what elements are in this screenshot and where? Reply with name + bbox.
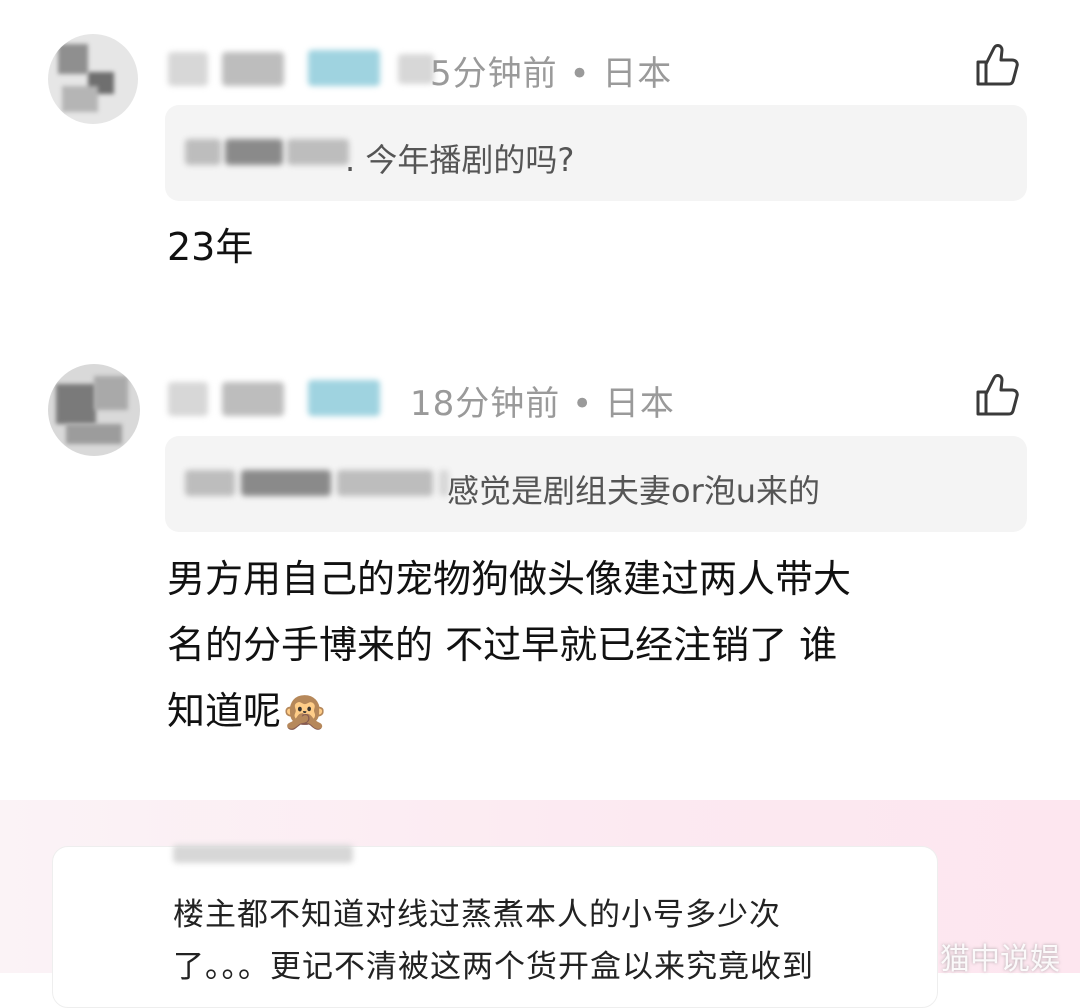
quoted-user-blurred	[287, 139, 349, 165]
comment-meta: 5分钟前 • 日本	[430, 54, 673, 94]
post-card[interactable]: 楼主都不知道对线过蒸煮本人的小号多少次 了。。。更记不清被这两个货开盒以来究竟收…	[52, 845, 938, 1008]
card-text-line: 了。。。更记不清被这两个货开盒以来究竟收到	[173, 949, 814, 985]
quoted-user-blurred	[185, 139, 221, 165]
quoted-user-blurred	[241, 470, 331, 496]
quoted-user-blurred	[337, 470, 433, 496]
avatar[interactable]	[48, 364, 140, 456]
comment-body-line: 知道呢🙊	[167, 689, 329, 733]
comment-1: 5分钟前 • 日本 . 今年播剧的吗? 23年	[0, 0, 1080, 300]
quoted-user-blurred	[185, 470, 235, 496]
thumbs-up-icon[interactable]	[972, 40, 1022, 90]
username-blurred[interactable]	[222, 382, 284, 416]
comment-meta: 18分钟前 • 日本	[410, 384, 675, 424]
username-blurred[interactable]	[168, 382, 208, 416]
quoted-user-blurred	[225, 139, 283, 165]
username-blurred[interactable]	[168, 52, 208, 86]
user-badge-blurred	[308, 380, 380, 416]
username-blurred[interactable]	[222, 52, 284, 86]
quoted-reply[interactable]: 感觉是剧组夫妻or泡u来的	[165, 436, 1027, 532]
card-text-line: 楼主都不知道对线过蒸煮本人的小号多少次	[173, 897, 781, 933]
comment-body-line: 名的分手博来的 不过早就已经注销了 谁	[167, 623, 838, 667]
bottom-card-area: 楼主都不知道对线过蒸煮本人的小号多少次 了。。。更记不清被这两个货开盒以来究竟收…	[0, 800, 1080, 1008]
comment-body: 男方用自己的宠物狗做头像建过两人带大 名的分手博来的 不过早就已经注销了 谁 知…	[167, 546, 1037, 744]
user-badge-blurred	[308, 50, 380, 86]
card-header-blurred	[173, 845, 353, 863]
avatar[interactable]	[48, 34, 138, 124]
quoted-text: 感觉是剧组夫妻or泡u来的	[447, 472, 821, 510]
thumbs-up-icon[interactable]	[972, 370, 1022, 420]
quoted-text: . 今年播剧的吗?	[345, 141, 575, 179]
timestamp-blurred	[398, 54, 434, 84]
quoted-reply[interactable]: . 今年播剧的吗?	[165, 105, 1027, 201]
comment-body: 23年	[167, 225, 254, 269]
comment-2: 18分钟前 • 日本 感觉是剧组夫妻or泡u来的 男方用自己的宠物狗做头像建过两…	[0, 330, 1080, 770]
comment-body-line: 男方用自己的宠物狗做头像建过两人带大	[167, 557, 852, 601]
watermark: 猫中说娱	[940, 942, 1060, 977]
